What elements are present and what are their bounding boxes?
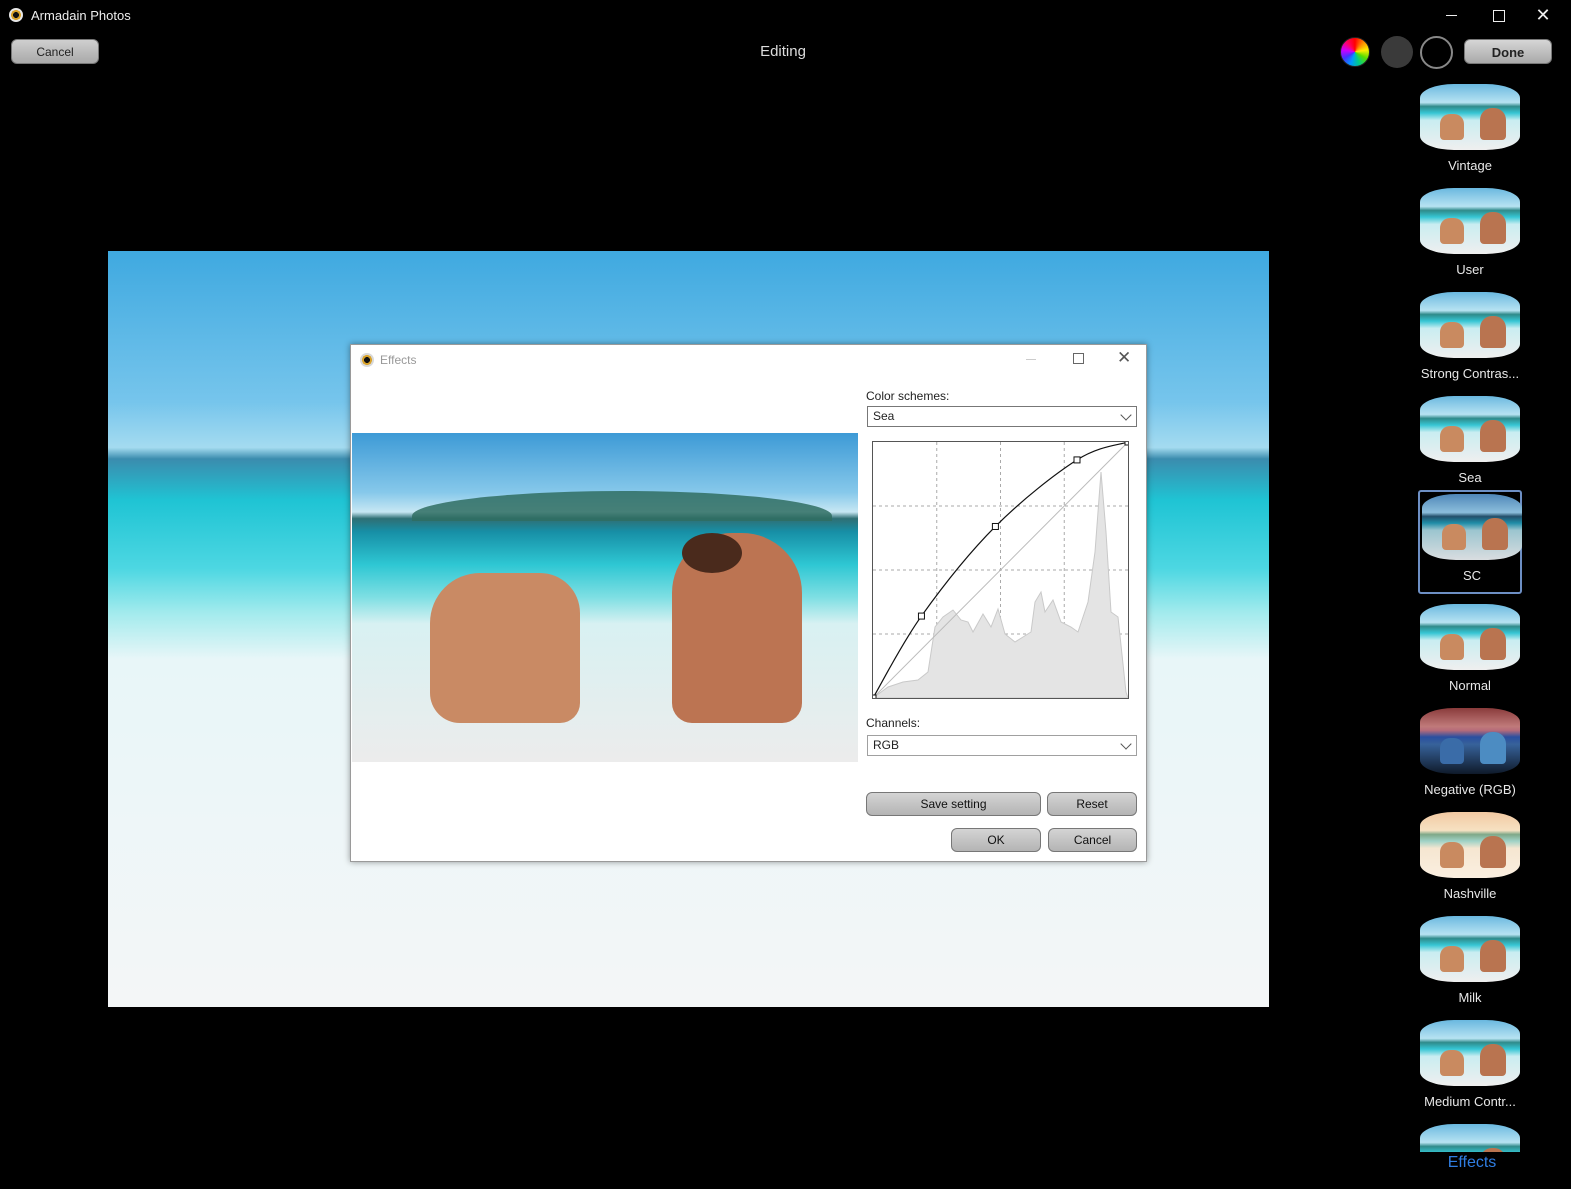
effect-item-normal[interactable]: Normal xyxy=(1418,602,1522,706)
curve-control-point[interactable] xyxy=(1073,456,1081,464)
effect-label: Sea xyxy=(1458,470,1482,485)
page-title: Editing xyxy=(760,43,806,60)
dialog-cancel-button[interactable]: Cancel xyxy=(1048,828,1137,852)
effect-thumbnail xyxy=(1420,1020,1520,1086)
reset-button[interactable]: Reset xyxy=(1047,792,1137,816)
preview-figure-hair xyxy=(682,533,742,573)
effect-item-medium-contrast[interactable]: Medium Contr... xyxy=(1418,1018,1522,1122)
effects-list[interactable]: Vintage User Strong Contras... Sea SC No… xyxy=(1418,82,1522,1152)
dialog-maximize-button[interactable] xyxy=(1073,353,1084,364)
app-logo-icon xyxy=(9,8,23,22)
effect-thumbnail xyxy=(1422,494,1522,560)
curve-graph[interactable] xyxy=(873,442,1128,698)
done-button[interactable]: Done xyxy=(1464,39,1552,64)
effect-item-milk[interactable]: Milk xyxy=(1418,914,1522,1018)
curve-control-point[interactable] xyxy=(991,522,999,530)
color-scheme-select[interactable]: Sea xyxy=(867,406,1137,427)
title-bar: Armadain Photos ✕ xyxy=(0,0,1571,32)
effect-label: User xyxy=(1456,262,1484,277)
effect-label: Strong Contras... xyxy=(1420,366,1520,381)
effect-label: Normal xyxy=(1449,678,1491,693)
curve-control-point[interactable] xyxy=(1124,442,1128,446)
effect-thumbnail xyxy=(1420,604,1520,670)
effect-item-partial[interactable] xyxy=(1418,1122,1522,1152)
color-wheel-icon[interactable] xyxy=(1340,37,1370,67)
dialog-logo-icon xyxy=(360,353,374,367)
effect-thumbnail xyxy=(1420,292,1520,358)
app-title: Armadain Photos xyxy=(31,8,131,23)
effect-preview-image xyxy=(352,433,858,762)
save-setting-button[interactable]: Save setting xyxy=(866,792,1041,816)
effect-thumbnail xyxy=(1420,188,1520,254)
effects-dialog: Effects ✕ Color schemes: Sea Channels: R… xyxy=(350,344,1147,862)
effect-thumbnail xyxy=(1420,396,1520,462)
dialog-title: Effects xyxy=(380,353,417,367)
effect-label: Nashville xyxy=(1443,886,1497,901)
preview-figure-woman xyxy=(430,573,580,723)
effect-label: Medium Contr... xyxy=(1424,1094,1516,1109)
ok-button[interactable]: OK xyxy=(951,828,1041,852)
effect-label: Vintage xyxy=(1448,158,1492,173)
effect-thumbnail xyxy=(1420,708,1520,774)
curve-control-point[interactable] xyxy=(873,694,877,698)
effect-label: SC xyxy=(1462,568,1482,583)
cancel-button[interactable]: Cancel xyxy=(11,39,99,64)
effect-thumbnail xyxy=(1420,812,1520,878)
dialog-close-button[interactable]: ✕ xyxy=(1117,348,1131,368)
effect-item-nashville[interactable]: Nashville xyxy=(1418,810,1522,914)
minimize-button[interactable] xyxy=(1432,4,1472,28)
gray-circle-icon[interactable] xyxy=(1381,36,1413,68)
channel-select[interactable]: RGB xyxy=(867,735,1137,756)
effect-thumbnail xyxy=(1420,916,1520,982)
effect-thumbnail xyxy=(1420,84,1520,150)
effect-item-sc[interactable]: SC xyxy=(1418,490,1522,594)
app-window: Armadain Photos ✕ Cancel Editing Done Vi… xyxy=(0,0,1571,1189)
curves-editor[interactable] xyxy=(872,441,1129,699)
effect-item-user[interactable]: User xyxy=(1418,186,1522,290)
effect-item-sea[interactable]: Sea xyxy=(1418,394,1522,498)
color-schemes-label: Color schemes: xyxy=(866,389,950,403)
effect-label: Negative (RGB) xyxy=(1424,782,1516,797)
maximize-button[interactable] xyxy=(1478,4,1518,28)
effect-item-vintage[interactable]: Vintage xyxy=(1418,82,1522,186)
effect-thumbnail xyxy=(1420,1124,1520,1152)
effects-link[interactable]: Effects xyxy=(1430,1154,1514,1172)
dialog-minimize-button[interactable] xyxy=(1026,359,1036,360)
black-circle-icon[interactable] xyxy=(1420,36,1453,69)
effect-label: Milk xyxy=(1458,990,1482,1005)
effect-item-negative-rgb[interactable]: Negative (RGB) xyxy=(1418,706,1522,810)
preview-island xyxy=(412,491,832,521)
effect-item-strong-contrast[interactable]: Strong Contras... xyxy=(1418,290,1522,394)
channels-label: Channels: xyxy=(866,716,921,730)
close-button[interactable]: ✕ xyxy=(1523,4,1563,28)
curve-control-point[interactable] xyxy=(917,612,925,620)
